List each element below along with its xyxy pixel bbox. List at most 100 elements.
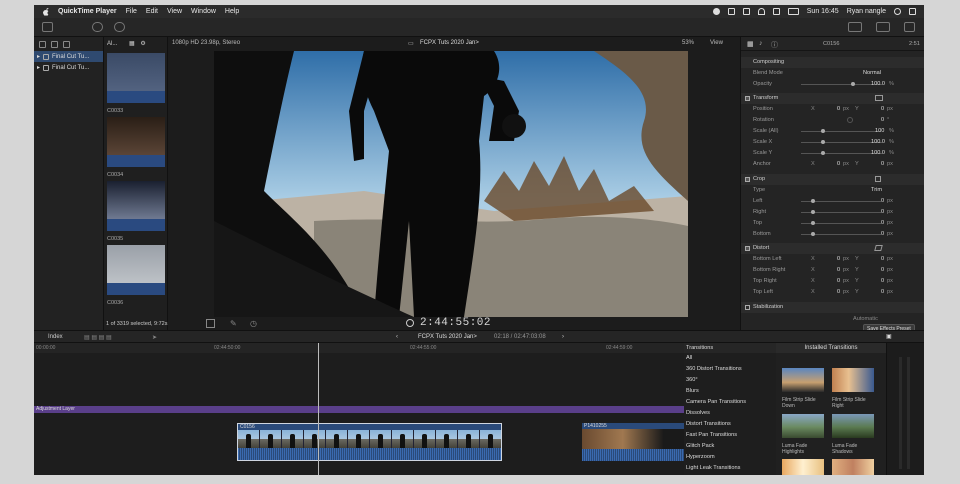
crop-top-slider-knob[interactable] xyxy=(811,221,815,225)
viewer-zoom[interactable]: 53% xyxy=(682,40,694,46)
play-icon[interactable] xyxy=(406,319,414,327)
viewer-project-name[interactable]: FCPX Tuts 2020 Jan> xyxy=(420,40,479,46)
bottom-left-x-value[interactable]: 0 xyxy=(837,256,840,262)
crop-checkbox[interactable] xyxy=(745,177,750,182)
opacity-value[interactable]: 100.0 xyxy=(871,81,885,87)
scale-x-slider[interactable] xyxy=(801,142,881,143)
menu-edit[interactable]: Edit xyxy=(146,8,158,15)
transition-category[interactable]: Hyperzoom xyxy=(684,452,776,463)
distort-checkbox[interactable] xyxy=(745,246,750,251)
transform-checkbox[interactable] xyxy=(745,96,750,101)
bottom-right-y-value[interactable]: 0 xyxy=(881,267,884,273)
key-icon[interactable] xyxy=(92,22,103,32)
anchor-x-value[interactable]: 0 xyxy=(837,161,840,167)
battery-icon[interactable] xyxy=(787,8,799,15)
audio-inspector-icon[interactable]: ♪ xyxy=(759,40,763,47)
wifi-icon[interactable] xyxy=(757,8,765,15)
transition-thumbnail[interactable] xyxy=(832,414,874,438)
share-icon[interactable] xyxy=(904,22,915,32)
scale-x-value[interactable]: 100.0 xyxy=(871,139,885,145)
browser-filter[interactable]: Al... xyxy=(107,41,117,47)
import-icon[interactable] xyxy=(42,22,53,32)
top-right-y-value[interactable]: 0 xyxy=(881,278,884,284)
titles-icon[interactable] xyxy=(63,40,70,48)
transition-category[interactable]: Glitch Pack xyxy=(684,441,776,452)
transition-category[interactable]: Light Leak Transitions xyxy=(684,463,776,474)
compositing-section[interactable]: Compositing xyxy=(741,57,924,68)
transitions-browser-icon[interactable]: ▣ xyxy=(886,333,892,340)
transition-thumbnail[interactable] xyxy=(782,414,824,438)
stabilization-checkbox[interactable] xyxy=(745,305,750,310)
opacity-slider[interactable] xyxy=(801,84,881,85)
rotation-dial[interactable] xyxy=(847,117,853,123)
crop-controls-icon[interactable] xyxy=(875,176,881,182)
transition-thumbnail[interactable] xyxy=(782,459,824,475)
distort-controls-icon[interactable] xyxy=(874,245,883,251)
crop-top-row[interactable]: Top 0 px xyxy=(741,218,924,229)
crop-type-value[interactable]: Trim xyxy=(871,187,882,193)
transform-section[interactable]: Transform xyxy=(741,93,924,104)
library-item[interactable]: ▸ Final Cut Tu... xyxy=(34,62,103,73)
menu-help[interactable]: Help xyxy=(225,8,239,15)
scale-all-value[interactable]: 100 xyxy=(875,128,884,134)
transition-category[interactable]: 360 Distort Transitions xyxy=(684,364,776,375)
top-left-row[interactable]: Top Left X 0 px Y 0 px xyxy=(741,287,924,298)
library-item[interactable]: ▸ Final Cut Tu... xyxy=(34,51,103,62)
opacity-slider-knob[interactable] xyxy=(851,82,855,86)
scale-y-slider[interactable] xyxy=(801,153,881,154)
scale-x-slider-knob[interactable] xyxy=(821,140,825,144)
info-icon[interactable]: ⓘ xyxy=(771,40,778,50)
forward-icon[interactable]: › xyxy=(562,334,564,340)
transition-category[interactable]: Distort Transitions xyxy=(684,419,776,430)
scale-y-slider-knob[interactable] xyxy=(821,151,825,155)
scale-y-row[interactable]: Scale Y 100.0 % xyxy=(741,148,924,159)
viewer-canvas[interactable] xyxy=(214,51,688,317)
top-left-y-value[interactable]: 0 xyxy=(881,289,884,295)
top-left-x-value[interactable]: 0 xyxy=(837,289,840,295)
transition-thumbnail[interactable] xyxy=(782,368,824,392)
anchor-y-value[interactable]: 0 xyxy=(881,161,884,167)
opacity-row[interactable]: Opacity 100.0 % xyxy=(741,79,924,90)
gear-icon[interactable]: ⚙ xyxy=(140,41,145,47)
top-right-x-value[interactable]: 0 xyxy=(837,278,840,284)
disclosure-icon[interactable]: ▸ xyxy=(37,64,40,71)
timeline-clip[interactable]: P1410255 xyxy=(582,423,684,461)
crop-section[interactable]: Crop xyxy=(741,174,924,185)
layout-split-icon[interactable] xyxy=(876,22,890,32)
browser-clip[interactable] xyxy=(107,53,165,103)
grid-icon[interactable]: ▦ xyxy=(129,41,135,47)
back-icon[interactable]: ‹ xyxy=(396,334,398,340)
timeline-clip[interactable]: C0156 xyxy=(237,423,502,461)
browser-clip[interactable] xyxy=(107,181,165,231)
rotation-value[interactable]: 0 xyxy=(881,117,884,123)
crop-top-value[interactable]: 0 xyxy=(881,220,884,226)
distort-section[interactable]: Distort xyxy=(741,243,924,254)
crop-type-row[interactable]: Type Trim xyxy=(741,185,924,196)
top-right-row[interactable]: Top Right X 0 px Y 0 px xyxy=(741,276,924,287)
position-x-value[interactable]: 0 xyxy=(837,106,840,112)
index-button[interactable]: Index xyxy=(48,334,63,340)
transition-category[interactable]: Fast Pan Transitions xyxy=(684,430,776,441)
anchor-row[interactable]: Anchor X 0 px Y 0 px xyxy=(741,159,924,170)
apple-icon[interactable] xyxy=(42,7,50,16)
record-icon[interactable] xyxy=(712,8,720,15)
menu-file[interactable]: File xyxy=(126,8,137,15)
transition-category[interactable]: All xyxy=(684,353,776,364)
bottom-right-row[interactable]: Bottom Right X 0 px Y 0 px xyxy=(741,265,924,276)
bottom-left-row[interactable]: Bottom Left X 0 px Y 0 px xyxy=(741,254,924,265)
bottom-left-y-value[interactable]: 0 xyxy=(881,256,884,262)
photos-icon[interactable] xyxy=(51,40,58,48)
volume-icon[interactable] xyxy=(772,8,780,15)
transition-category[interactable]: Dissolves xyxy=(684,408,776,419)
transition-thumbnail[interactable] xyxy=(832,459,874,475)
viewer-view-menu[interactable]: View xyxy=(710,40,723,46)
position-row[interactable]: Position X 0 px Y 0 px xyxy=(741,104,924,115)
transition-category[interactable]: 360° xyxy=(684,375,776,386)
transform-tool-icon[interactable] xyxy=(206,319,215,328)
search-icon[interactable] xyxy=(894,8,901,15)
blend-mode-value[interactable]: Normal xyxy=(863,70,881,76)
menu-app-name[interactable]: QuickTime Player xyxy=(58,8,117,15)
screen-icon[interactable] xyxy=(727,8,735,15)
list-icon[interactable] xyxy=(909,8,916,15)
enhance-icon[interactable]: ✎ xyxy=(230,319,237,328)
